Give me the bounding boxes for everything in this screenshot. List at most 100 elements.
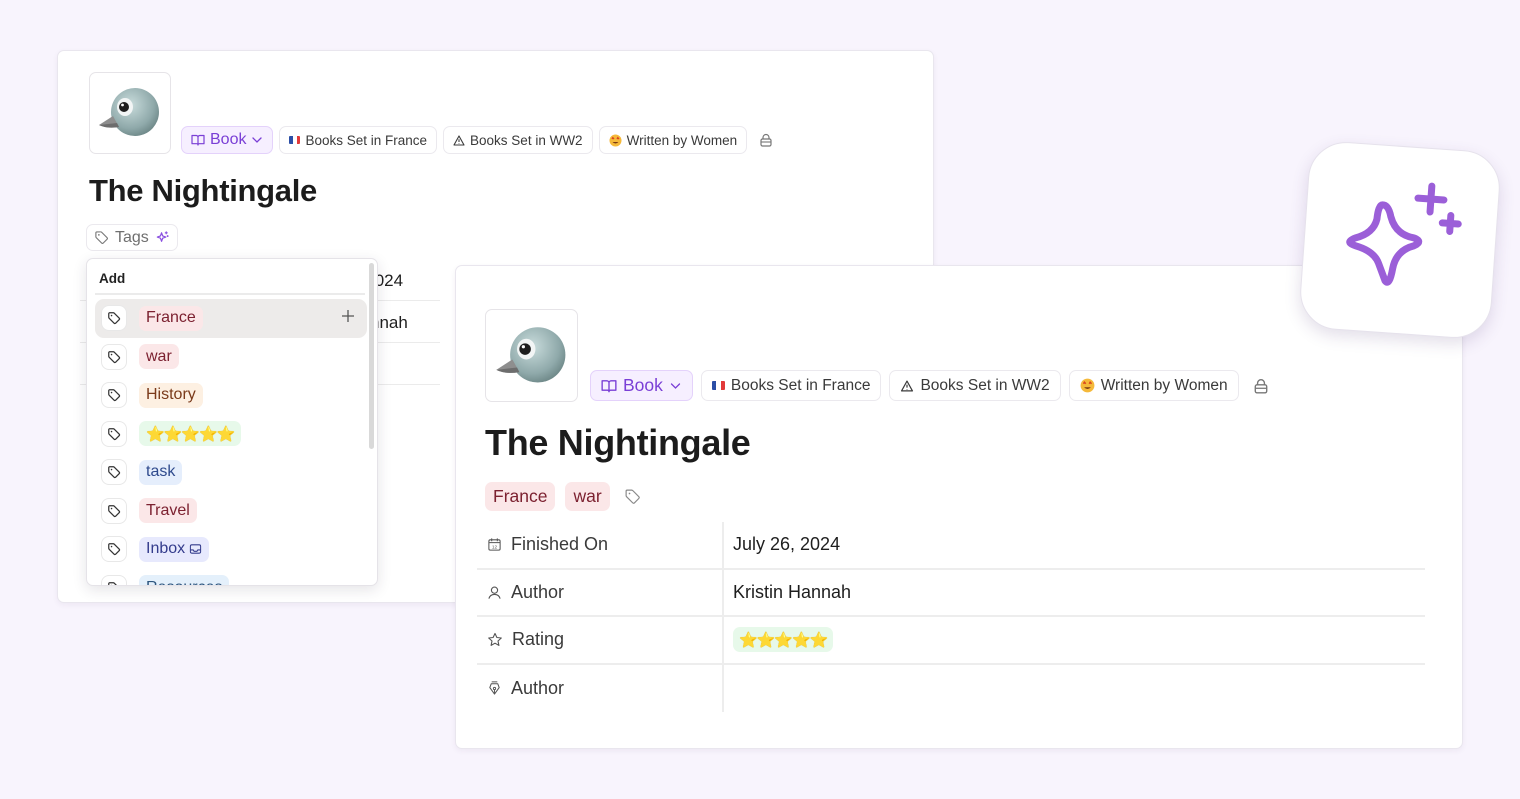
calendar-icon: 12	[488, 538, 501, 551]
property-row-author-2: Author	[477, 664, 1425, 713]
tag-icon	[101, 497, 127, 524]
header-chips: Book Books Set in France Books Set in WW…	[181, 126, 773, 154]
page-title[interactable]: The Nightingale	[485, 422, 751, 464]
tag-icon	[101, 382, 127, 409]
property-value[interactable]: July 26, 2024	[724, 522, 1425, 568]
property-row-rating: Rating ⭐⭐⭐⭐⭐	[477, 617, 1425, 665]
collection-label: Written by Women	[626, 132, 738, 148]
tag-pill: Resources	[139, 575, 230, 585]
tag-option[interactable]: Resources	[95, 569, 367, 585]
collection-chip-women[interactable]: Written by Women	[598, 126, 748, 154]
type-selector[interactable]: Book	[181, 126, 274, 154]
rating-tag[interactable]: ⭐⭐⭐⭐⭐	[733, 627, 834, 653]
warning-icon	[900, 379, 914, 392]
collection-chip-ww2[interactable]: Books Set in WW2	[443, 126, 593, 154]
france-flag-icon	[711, 381, 725, 390]
tag-option[interactable]: Travel	[95, 492, 367, 531]
divider	[95, 293, 365, 295]
star-struck-emoji-icon	[1080, 378, 1095, 393]
tag-option[interactable]: History	[95, 376, 367, 415]
page-icon[interactable]	[89, 72, 171, 154]
tag-pill: war	[139, 344, 179, 370]
property-key[interactable]: 12 Finished On	[477, 522, 724, 568]
tag-icon	[95, 231, 108, 244]
star-struck-emoji-icon	[609, 134, 622, 147]
page-icon[interactable]	[485, 309, 578, 402]
property-row-finished-on: 12 Finished On July 26, 2024	[477, 522, 1425, 570]
object-card-front: Book Books Set in France Books Set in WW…	[455, 265, 1463, 749]
lock-button[interactable]	[759, 133, 773, 147]
svg-text:12: 12	[492, 545, 498, 550]
tag-pill: France	[139, 305, 203, 331]
book-open-icon	[191, 134, 205, 146]
tag-option[interactable]: Inbox	[95, 530, 367, 569]
page-title[interactable]: The Nightingale	[89, 173, 317, 209]
scrollbar[interactable]	[369, 263, 374, 449]
plus-icon[interactable]	[341, 307, 355, 327]
tag-list: France war	[485, 482, 641, 511]
bird-emoji-icon	[99, 88, 159, 136]
type-selector[interactable]: Book	[590, 370, 693, 401]
type-label: Book	[210, 131, 247, 148]
tag-france[interactable]: France	[485, 482, 556, 511]
tag-icon	[101, 420, 127, 447]
tag-icon	[101, 343, 127, 370]
lock-button[interactable]	[1253, 378, 1269, 394]
collection-label: Written by Women	[1100, 376, 1228, 394]
bird-emoji-icon	[495, 326, 565, 382]
collection-chip-france[interactable]: Books Set in France	[279, 126, 438, 154]
tag-pill: ⭐⭐⭐⭐⭐	[139, 421, 242, 447]
tag-icon	[101, 459, 127, 486]
collection-chip-france[interactable]: Books Set in France	[700, 370, 882, 401]
book-open-icon	[601, 379, 617, 393]
property-key[interactable]: Author	[477, 569, 724, 615]
tag-war[interactable]: war	[565, 482, 610, 511]
property-value[interactable]: Kristin Hannah	[724, 570, 1425, 616]
tag-icon	[101, 574, 127, 585]
star-outline-icon	[488, 632, 502, 646]
tag-pill: Travel	[139, 498, 197, 524]
property-key[interactable]: Rating	[477, 617, 724, 663]
tag-icon	[101, 305, 127, 332]
property-value[interactable]: ⭐⭐⭐⭐⭐	[724, 617, 1425, 663]
collection-label: Books Set in WW2	[470, 132, 583, 148]
property-value[interactable]	[724, 665, 1425, 713]
tags-label: Tags	[115, 228, 149, 246]
chevron-down-icon	[669, 382, 682, 390]
tag-option[interactable]: ⭐⭐⭐⭐⭐	[95, 415, 367, 454]
lock-icon	[760, 133, 772, 147]
tag-dropdown: Add France war History ⭐⭐⭐⭐⭐ task Travel Inbox…	[86, 258, 378, 586]
tag-option-list: France war History ⭐⭐⭐⭐⭐ task Travel Inbox Reso…	[95, 299, 367, 585]
collection-label: Books Set in France	[305, 132, 428, 148]
france-flag-icon	[289, 136, 301, 144]
tag-pill: History	[139, 382, 203, 408]
dropdown-header: Add	[99, 271, 126, 286]
pen-nib-icon	[489, 681, 500, 695]
sparkles-icon	[1346, 182, 1462, 286]
tag-icon	[101, 536, 127, 563]
chevron-down-icon	[251, 136, 263, 144]
lock-icon	[1254, 378, 1268, 394]
header-chips: Book Books Set in France Books Set in WW…	[590, 370, 1269, 401]
add-tag-button[interactable]	[624, 488, 641, 505]
collection-label: Books Set in France	[730, 376, 871, 394]
tag-pill: Inbox	[139, 536, 210, 562]
warning-icon	[453, 134, 465, 146]
property-row-author: Author Kristin Hannah	[477, 569, 1425, 617]
sparkle-icon	[156, 231, 169, 242]
collection-label: Books Set in WW2	[920, 376, 1050, 394]
tag-option[interactable]: task	[95, 453, 367, 492]
tags-button[interactable]: Tags	[86, 224, 178, 251]
tag-option[interactable]: France	[95, 299, 367, 338]
tag-option[interactable]: war	[95, 338, 367, 377]
collection-chip-women[interactable]: Written by Women	[1068, 370, 1239, 401]
properties-table: 12 Finished On July 26, 2024 Author Kris…	[477, 522, 1425, 712]
inbox-icon	[189, 543, 202, 555]
person-icon	[488, 586, 501, 599]
property-key[interactable]: Author	[477, 664, 724, 712]
type-label: Book	[623, 375, 663, 395]
sparkles-app-icon	[1297, 139, 1503, 341]
collection-chip-ww2[interactable]: Books Set in WW2	[889, 370, 1061, 401]
tag-pill: task	[139, 459, 183, 485]
tag-icon	[625, 489, 640, 504]
